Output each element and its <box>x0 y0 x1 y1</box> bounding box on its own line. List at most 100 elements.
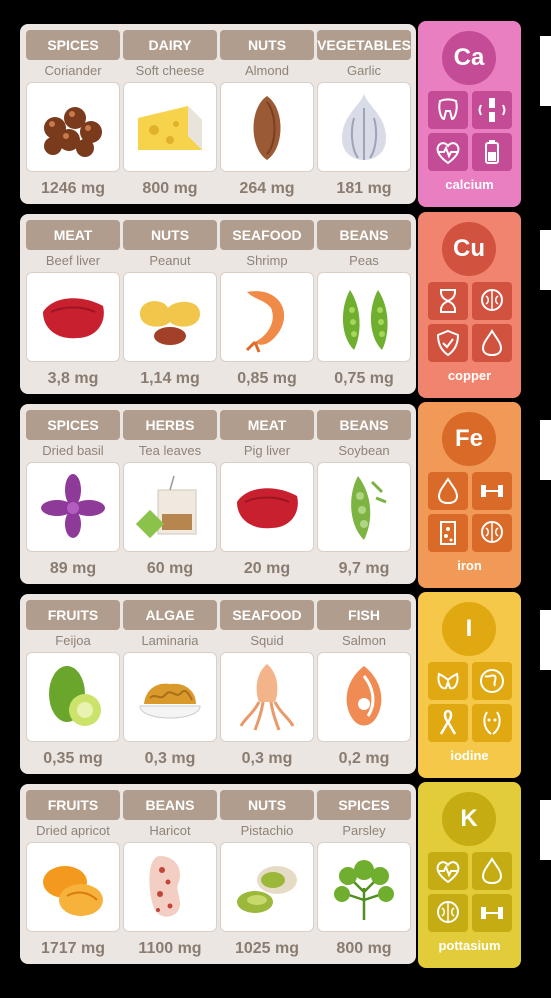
benefit-icons <box>428 91 512 171</box>
amount-value: 0,2 mg <box>338 750 390 767</box>
food-card: SPICES Parsley 800 mg <box>317 790 411 966</box>
food-name: Peanut <box>149 253 191 268</box>
coriander-seeds-icon <box>26 82 120 172</box>
amount-value: 20 mg <box>243 560 291 577</box>
food-name: Garlic <box>347 63 381 78</box>
category-label: ALGAE <box>123 600 217 630</box>
edge-decoration <box>540 420 551 480</box>
garlic-icon <box>317 82 411 172</box>
element-name: calcium <box>445 177 494 192</box>
food-card: SEAFOOD Shrimp 0,85 mg <box>220 220 314 396</box>
element-badge: I <box>442 602 496 656</box>
benefit-icons <box>428 852 512 932</box>
food-name: Beef liver <box>45 253 101 268</box>
ribbon-icon <box>428 704 468 742</box>
amount-value: 264 mg <box>239 180 295 197</box>
element-badge: K <box>442 792 496 846</box>
food-card: ALGAE Laminaria 0,3 mg <box>123 600 217 776</box>
element-name: pottasium <box>438 938 501 953</box>
category-label: SPICES <box>26 410 120 440</box>
dumbbell-icon <box>472 894 512 932</box>
cell-icon <box>428 514 468 552</box>
food-card: FISH Salmon 0,2 mg <box>317 600 411 776</box>
potassium-panel: K pottasium <box>418 782 521 968</box>
mineral-row-iodine: FRUITS Feijoa 0,35 mg ALGAE Laminaria 0,… <box>20 594 416 774</box>
almond-icon <box>220 82 314 172</box>
food-card: BEANS Haricot 1100 mg <box>123 790 217 966</box>
category-label: BEANS <box>123 790 217 820</box>
seaweed-icon <box>123 652 217 742</box>
amount-value: 800 mg <box>336 940 392 957</box>
parsley-icon <box>317 842 411 932</box>
food-name: Laminaria <box>141 633 199 648</box>
food-name: Salmon <box>341 633 387 648</box>
element-name: iodine <box>450 748 489 763</box>
category-label: SPICES <box>26 30 120 60</box>
element-badge: Ca <box>442 31 496 85</box>
amount-value: 0,3 mg <box>144 750 196 767</box>
food-name: Coriander <box>44 63 102 78</box>
food-card: MEAT Pig liver 20 mg <box>220 410 314 586</box>
food-card: NUTS Pistachio 1025 mg <box>220 790 314 966</box>
shield-icon <box>428 324 468 362</box>
amount-value: 1100 mg <box>138 940 202 957</box>
pistachio-icon <box>220 842 314 932</box>
peas-icon <box>317 272 411 362</box>
soybean-icon <box>317 462 411 552</box>
food-card: BEANS Peas 0,75 mg <box>317 220 411 396</box>
amount-value: 1025 mg <box>234 940 300 957</box>
category-label: DAIRY <box>123 30 217 60</box>
amount-value: 1246 mg <box>40 180 106 197</box>
food-card: NUTS Almond 264 mg <box>220 30 314 206</box>
brain-icon <box>472 514 512 552</box>
element-name: copper <box>447 368 492 383</box>
benefit-icons <box>428 282 512 362</box>
bean-icon <box>123 842 217 932</box>
heart-pulse-icon <box>428 133 468 171</box>
feijoa-icon <box>26 652 120 742</box>
tooth-icon <box>428 91 468 129</box>
food-name: Haricot <box>149 823 191 838</box>
category-label: FRUITS <box>26 600 120 630</box>
copper-panel: Cu copper <box>418 212 521 398</box>
amount-value: 0,35 mg <box>43 750 103 767</box>
element-name: iron <box>457 558 482 573</box>
dumbbell-icon <box>472 472 512 510</box>
food-card: FRUITS Dried apricot 1717 mg <box>26 790 120 966</box>
edge-decoration <box>540 230 551 290</box>
food-name: Peas <box>349 253 379 268</box>
benefit-icons <box>428 662 512 742</box>
food-name: Dried basil <box>42 443 104 458</box>
amount-value: 89 mg <box>49 560 97 577</box>
food-card: MEAT Beef liver 3,8 mg <box>26 220 120 396</box>
salmon-icon <box>317 652 411 742</box>
food-card: HERBS Tea leaves 60 mg <box>123 410 217 586</box>
cheese-icon <box>123 82 217 172</box>
brain-icon <box>428 894 468 932</box>
food-name: Almond <box>244 63 290 78</box>
food-name: Shrimp <box>246 253 288 268</box>
squid-icon <box>220 652 314 742</box>
food-name: Parsley <box>342 823 386 838</box>
battery-icon <box>472 133 512 171</box>
food-card: SPICES Dried basil 89 mg <box>26 410 120 586</box>
amount-value: 0,85 mg <box>237 370 297 387</box>
mineral-row-copper: MEAT Beef liver 3,8 mg NUTS Peanut 1,14 … <box>20 214 416 394</box>
category-label: SEAFOOD <box>220 600 314 630</box>
benefit-icons <box>428 472 512 552</box>
food-name: Pig liver <box>243 443 291 458</box>
food-name: Pistachio <box>240 823 294 838</box>
amount-value: 0,75 mg <box>334 370 394 387</box>
globe-icon <box>472 662 512 700</box>
tea-bag-icon <box>123 462 217 552</box>
category-label: NUTS <box>123 220 217 250</box>
category-label: HERBS <box>123 410 217 440</box>
food-card: SEAFOOD Squid 0,3 mg <box>220 600 314 776</box>
category-label: VEGETABLES <box>317 30 411 60</box>
food-card: SPICES Coriander 1246 mg <box>26 30 120 206</box>
amount-value: 0,3 mg <box>241 750 293 767</box>
shrimp-icon <box>220 272 314 362</box>
amount-value: 60 mg <box>146 560 194 577</box>
category-label: SEAFOOD <box>220 220 314 250</box>
iron-panel: Fe iron <box>418 402 521 588</box>
